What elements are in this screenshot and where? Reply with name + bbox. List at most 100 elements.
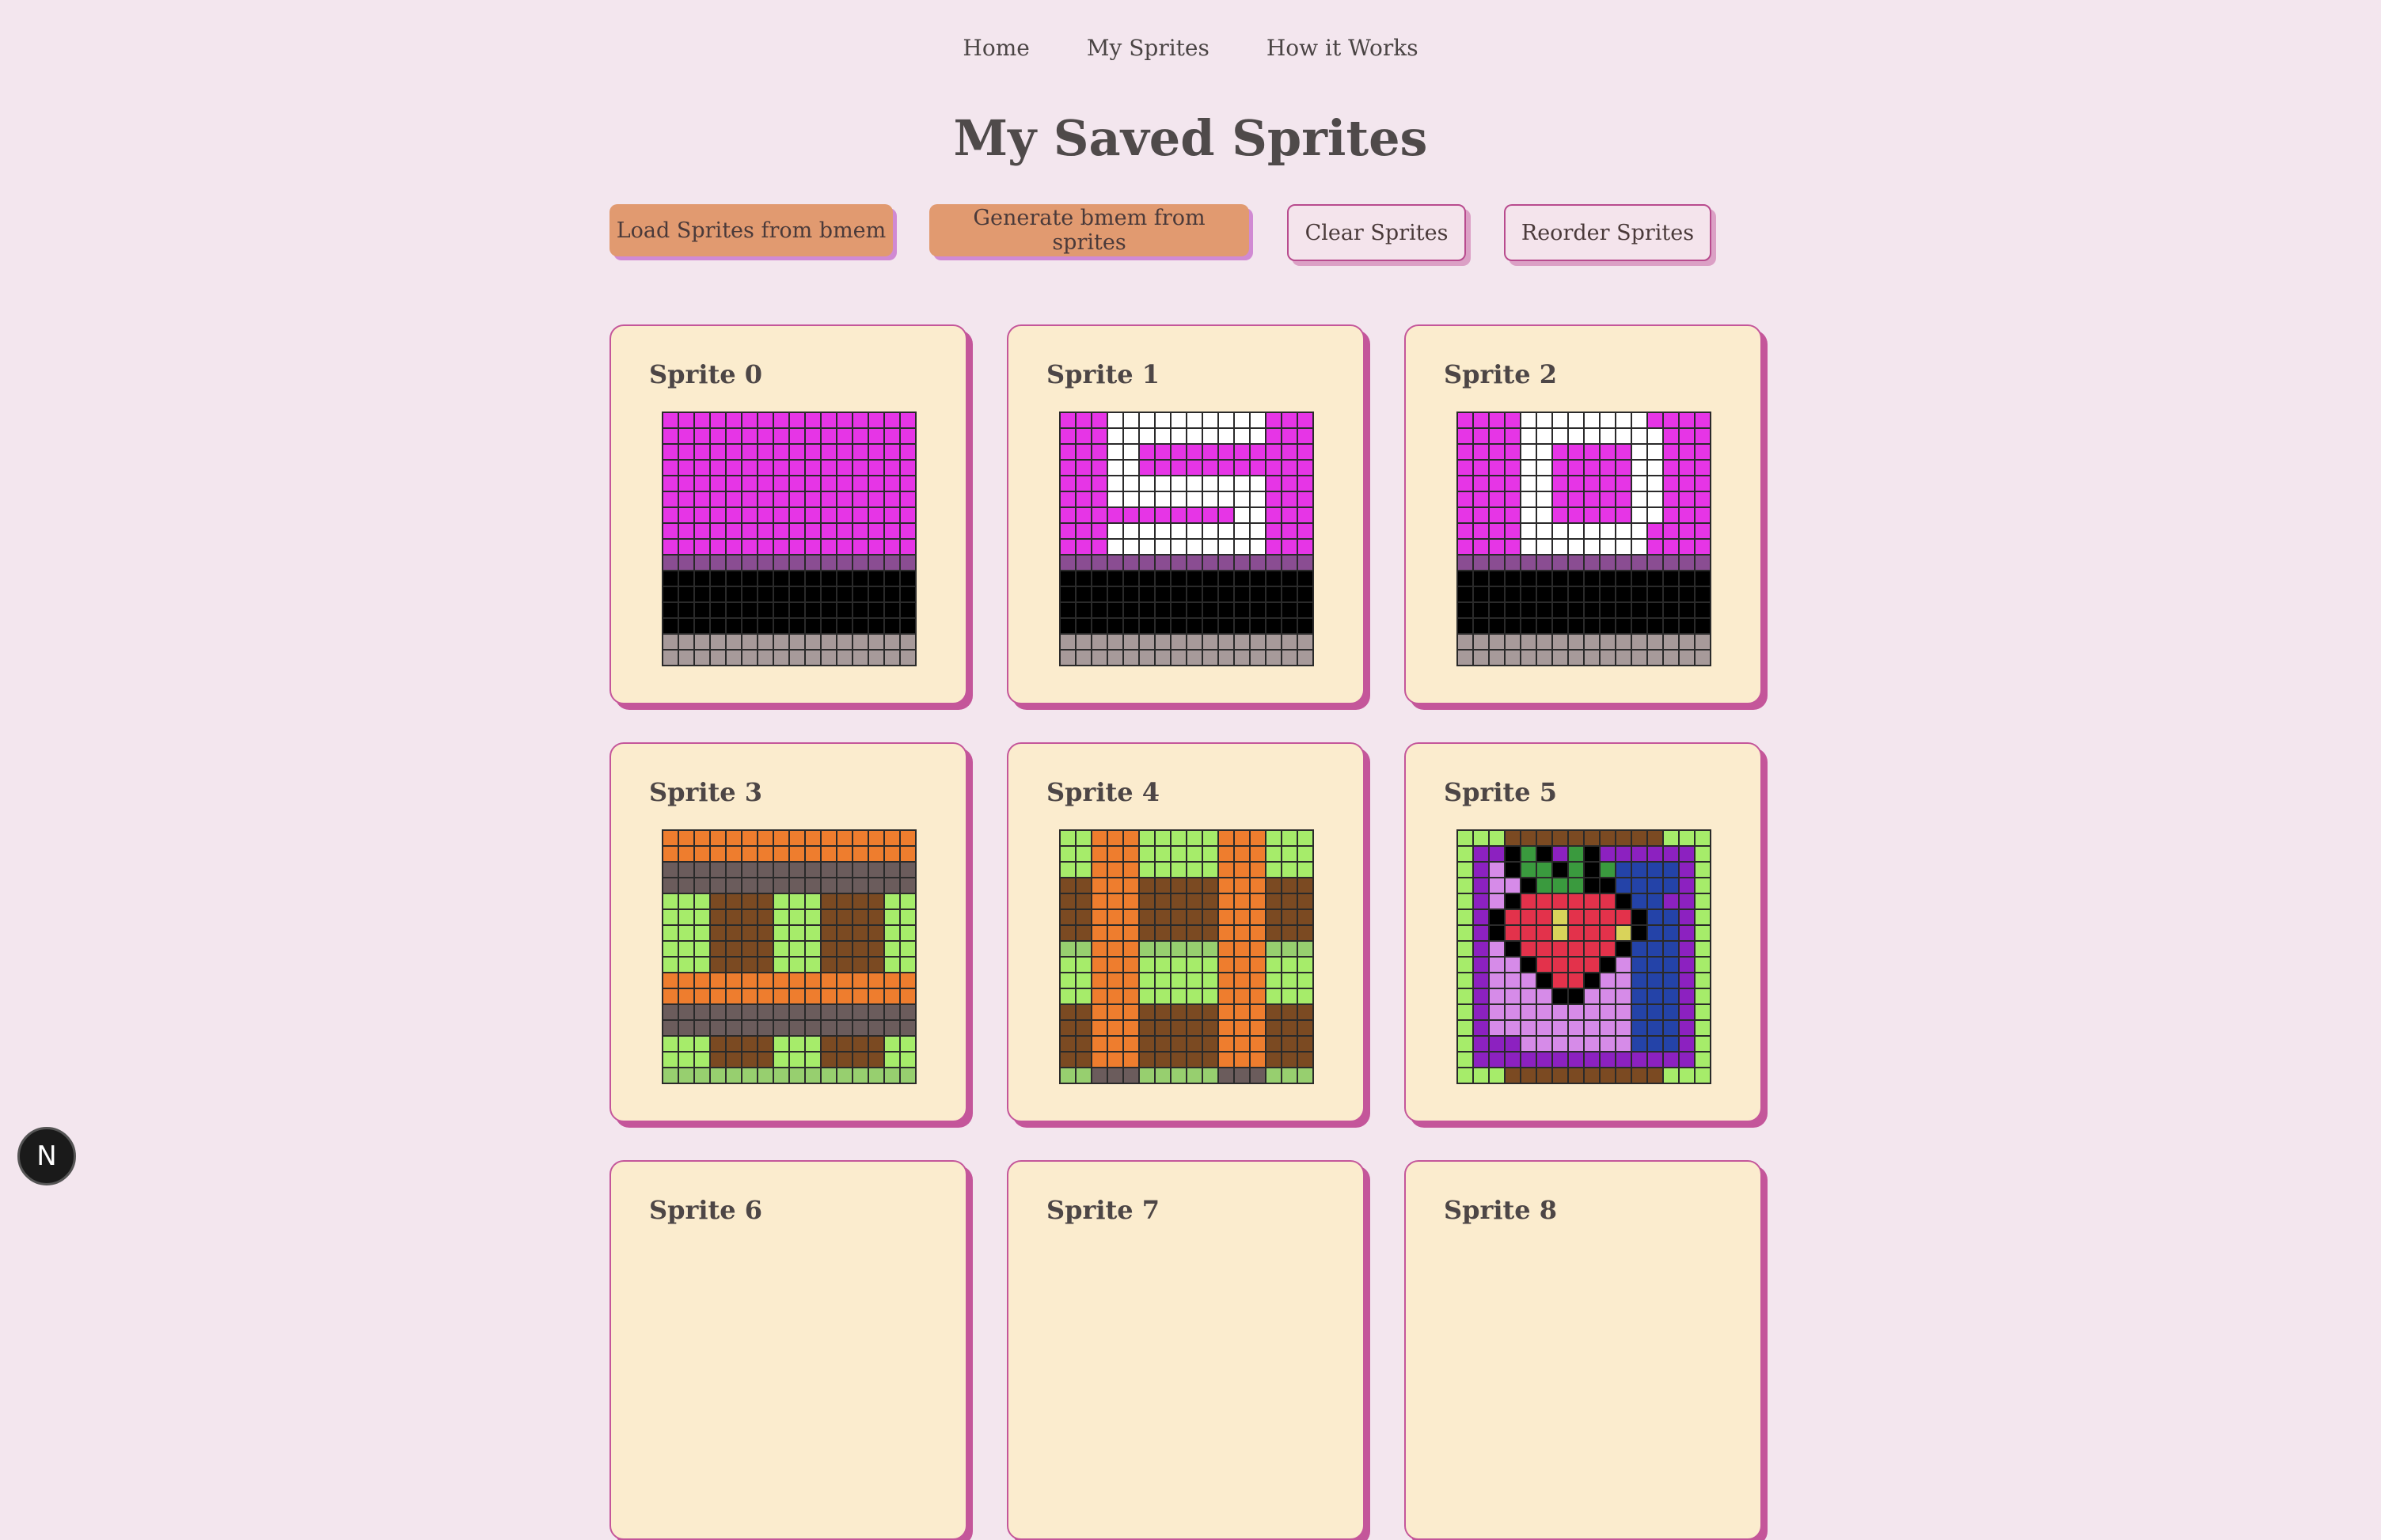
sprite-pixel[interactable] [1218,571,1234,586]
sprite-pixel[interactable] [1505,476,1521,491]
sprite-pixel[interactable] [1616,1020,1631,1036]
sprite-pixel[interactable] [1171,602,1187,618]
sprite-pixel[interactable] [1250,957,1266,973]
sprite-pixel[interactable] [1092,444,1107,460]
sprite-pixel[interactable] [1616,909,1631,925]
sprite-pixel[interactable] [1155,1004,1171,1020]
sprite-pixel[interactable] [1505,941,1521,957]
sprite-pixel[interactable] [1663,1036,1679,1052]
sprite-pixel[interactable] [710,444,726,460]
sprite-pixel[interactable] [1489,476,1505,491]
sprite-pixel[interactable] [758,909,773,925]
sprite-pixel[interactable] [726,925,742,941]
sprite-pixel[interactable] [853,1068,868,1083]
sprite-pixel[interactable] [742,1020,758,1036]
sprite-pixel[interactable] [789,1068,805,1083]
sprite-pixel[interactable] [789,941,805,957]
sprite-pixel[interactable] [1489,830,1505,846]
sprite-pixel[interactable] [1631,957,1647,973]
sprite-pixel[interactable] [789,973,805,988]
sprite-pixel[interactable] [1695,428,1711,444]
sprite-pixel[interactable] [1060,957,1076,973]
sprite-pixel[interactable] [884,1068,900,1083]
sprite-pixel[interactable] [710,909,726,925]
sprite-pixel[interactable] [1250,555,1266,571]
sprite-pixel[interactable] [1218,444,1234,460]
sprite-pixel[interactable] [1171,1068,1187,1083]
sprite-pixel[interactable] [853,862,868,878]
sprite-pixel[interactable] [868,1052,884,1068]
sprite-pixel[interactable] [1297,925,1313,941]
sprite-pixel[interactable] [853,539,868,555]
sprite-pixel[interactable] [1695,602,1711,618]
sprite-pixel[interactable] [805,618,821,634]
sprite-pixel[interactable] [1631,941,1647,957]
sprite-pixel[interactable] [1282,650,1297,666]
sprite-pixel[interactable] [1155,830,1171,846]
sprite-pixel[interactable] [1505,571,1521,586]
sprite-pixel[interactable] [1266,1052,1282,1068]
sprite-pixel[interactable] [678,878,694,893]
sprite-pixel[interactable] [868,1068,884,1083]
sprite-pixel[interactable] [1631,1052,1647,1068]
sprite-pixel[interactable] [1616,539,1631,555]
sprite-pixel[interactable] [1505,491,1521,507]
sprite-pixel[interactable] [758,491,773,507]
sprite-pixel[interactable] [1505,539,1521,555]
sprite-pixel[interactable] [1139,476,1155,491]
sprite-pixel[interactable] [726,523,742,539]
sprite-pixel[interactable] [853,491,868,507]
sprite-pixel[interactable] [1584,830,1600,846]
sprite-pixel[interactable] [805,507,821,523]
sprite-pixel[interactable] [1076,571,1092,586]
sprite-pixel[interactable] [726,586,742,602]
sprite-pixel[interactable] [805,444,821,460]
sprite-pixel[interactable] [1250,925,1266,941]
sprite-pixel[interactable] [821,507,837,523]
sprite-pixel[interactable] [1155,650,1171,666]
sprite-pixel[interactable] [1489,444,1505,460]
sprite-pixel[interactable] [1568,555,1584,571]
sprite-pixel[interactable] [1139,507,1155,523]
sprite-pixel[interactable] [758,618,773,634]
sprite-pixel[interactable] [821,491,837,507]
sprite-pixel[interactable] [1092,602,1107,618]
sprite-pixel[interactable] [1139,893,1155,909]
sprite-pixel[interactable] [1695,491,1711,507]
sprite-pixel[interactable] [1505,830,1521,846]
sprite-pixel[interactable] [742,650,758,666]
sprite-pixel[interactable] [1155,1052,1171,1068]
sprite-pixel[interactable] [853,571,868,586]
sprite-pixel[interactable] [1679,1036,1695,1052]
sprite-pixel[interactable] [1600,586,1616,602]
sprite-pixel[interactable] [1616,925,1631,941]
sprite-pixel[interactable] [1060,460,1076,476]
sprite-pixel-grid[interactable] [1456,412,1711,666]
sprite-pixel[interactable] [1600,1020,1616,1036]
sprite-pixel[interactable] [758,973,773,988]
sprite-pixel[interactable] [1250,1068,1266,1083]
sprite-pixel[interactable] [773,941,789,957]
sprite-pixel[interactable] [1202,444,1218,460]
sprite-pixel[interactable] [1521,830,1536,846]
sprite-pixel[interactable] [1202,586,1218,602]
sprite-pixel[interactable] [1250,507,1266,523]
sprite-pixel[interactable] [1568,973,1584,988]
sprite-pixel[interactable] [758,1004,773,1020]
sprite-pixel[interactable] [1123,491,1139,507]
sprite-pixel[interactable] [1202,539,1218,555]
sprite-pixel[interactable] [868,846,884,862]
sprite-pixel[interactable] [1171,862,1187,878]
sprite-pixel[interactable] [1600,634,1616,650]
sprite-pixel[interactable] [789,491,805,507]
sprite-pixel[interactable] [742,618,758,634]
sprite-pixel[interactable] [1679,412,1695,428]
sprite-pixel[interactable] [1250,1052,1266,1068]
sprite-pixel[interactable] [868,586,884,602]
sprite-pixel[interactable] [1489,634,1505,650]
sprite-pixel[interactable] [1234,444,1250,460]
sprite-pixel[interactable] [1187,491,1202,507]
sprite-pixel[interactable] [726,973,742,988]
sprite-pixel[interactable] [1297,539,1313,555]
nav-how-it-works-link[interactable]: How it Works [1266,35,1418,61]
